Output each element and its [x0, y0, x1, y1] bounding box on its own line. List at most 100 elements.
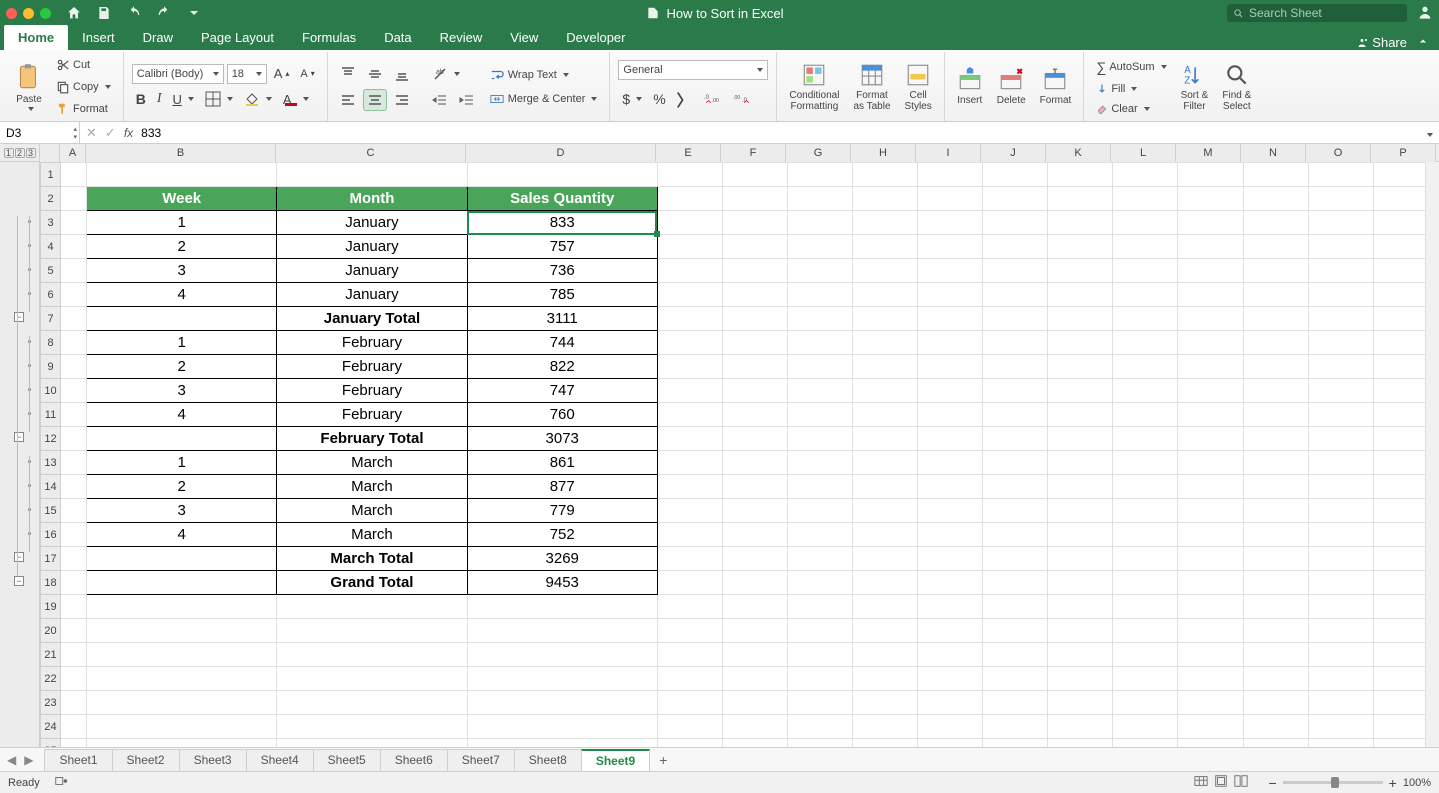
tab-home[interactable]: Home [4, 25, 68, 50]
cell-A19[interactable] [61, 595, 87, 619]
cell-C18[interactable]: Grand Total [277, 571, 467, 595]
cell-J4[interactable] [983, 235, 1048, 259]
cell-M5[interactable] [1178, 259, 1243, 283]
cell-L12[interactable] [1113, 427, 1178, 451]
cell-G10[interactable] [788, 379, 853, 403]
cell-E13[interactable] [657, 451, 722, 475]
font-name-select[interactable]: Calibri (Body) [132, 64, 224, 84]
cell-M2[interactable] [1178, 187, 1243, 211]
cell-A22[interactable] [61, 667, 87, 691]
cell-M7[interactable] [1178, 307, 1243, 331]
cell-J10[interactable] [983, 379, 1048, 403]
cell-N14[interactable] [1243, 475, 1308, 499]
cell-L14[interactable] [1113, 475, 1178, 499]
cell-J12[interactable] [983, 427, 1048, 451]
align-bottom-button[interactable] [390, 63, 414, 85]
cell-H20[interactable] [853, 619, 918, 643]
cell-F20[interactable] [722, 619, 787, 643]
cell-B25[interactable] [87, 739, 277, 748]
cell-D3[interactable]: 833 [467, 211, 657, 235]
cell-O25[interactable] [1308, 739, 1373, 748]
cell-B8[interactable]: 1 [87, 331, 277, 355]
cell-D16[interactable]: 752 [467, 523, 657, 547]
cell-C25[interactable] [277, 739, 467, 748]
cell-B18[interactable] [87, 571, 277, 595]
cell-O1[interactable] [1308, 163, 1373, 187]
cell-H9[interactable] [853, 355, 918, 379]
cell-A10[interactable] [61, 379, 87, 403]
row-header-11[interactable]: 11 [41, 403, 61, 427]
cell-O3[interactable] [1308, 211, 1373, 235]
cell-O5[interactable] [1308, 259, 1373, 283]
normal-view-button[interactable] [1194, 774, 1208, 791]
sheet-tab-sheet2[interactable]: Sheet2 [112, 749, 180, 771]
cell-F25[interactable] [722, 739, 787, 748]
column-header-C[interactable]: C [276, 144, 466, 162]
cell-A9[interactable] [61, 355, 87, 379]
add-sheet-button[interactable]: + [649, 752, 677, 768]
cell-G11[interactable] [788, 403, 853, 427]
tab-data[interactable]: Data [370, 25, 425, 50]
outline-collapse-18[interactable]: − [14, 576, 24, 586]
cell-G19[interactable] [788, 595, 853, 619]
cell-J14[interactable] [983, 475, 1048, 499]
cell-L22[interactable] [1113, 667, 1178, 691]
column-header-O[interactable]: O [1306, 144, 1371, 162]
outline-level-1[interactable]: 1 [4, 148, 14, 158]
cell-A18[interactable] [61, 571, 87, 595]
cell-C10[interactable]: February [277, 379, 467, 403]
cell-I5[interactable] [918, 259, 983, 283]
cell-O10[interactable] [1308, 379, 1373, 403]
cell-O19[interactable] [1308, 595, 1373, 619]
row-header-24[interactable]: 24 [41, 715, 61, 739]
vertical-scrollbar[interactable] [1425, 162, 1439, 747]
cell-B24[interactable] [87, 715, 277, 739]
cell-D15[interactable]: 779 [467, 499, 657, 523]
cell-O11[interactable] [1308, 403, 1373, 427]
cell-G3[interactable] [788, 211, 853, 235]
cell-A25[interactable] [61, 739, 87, 748]
sheet-tab-sheet9[interactable]: Sheet9 [581, 749, 650, 771]
cell-N1[interactable] [1243, 163, 1308, 187]
cell-I18[interactable] [918, 571, 983, 595]
cell-B13[interactable]: 1 [87, 451, 277, 475]
cell-H11[interactable] [853, 403, 918, 427]
align-center-button[interactable] [363, 89, 387, 111]
row-header-25[interactable]: 25 [41, 739, 61, 748]
cell-M25[interactable] [1178, 739, 1243, 748]
cell-H17[interactable] [853, 547, 918, 571]
cell-G17[interactable] [788, 547, 853, 571]
column-header-A[interactable]: A [60, 144, 86, 162]
cell-G1[interactable] [788, 163, 853, 187]
row-header-15[interactable]: 15 [41, 499, 61, 523]
cell-N23[interactable] [1243, 691, 1308, 715]
cell-B3[interactable]: 1 [87, 211, 277, 235]
cell-I3[interactable] [918, 211, 983, 235]
row-header-8[interactable]: 8 [41, 331, 61, 355]
cell-B23[interactable] [87, 691, 277, 715]
cell-K2[interactable] [1048, 187, 1113, 211]
cell-N5[interactable] [1243, 259, 1308, 283]
cell-J11[interactable] [983, 403, 1048, 427]
cell-N4[interactable] [1243, 235, 1308, 259]
cell-N12[interactable] [1243, 427, 1308, 451]
cell-A5[interactable] [61, 259, 87, 283]
cell-C14[interactable]: March [277, 475, 467, 499]
close-window[interactable] [6, 8, 17, 19]
cell-N10[interactable] [1243, 379, 1308, 403]
cell-K9[interactable] [1048, 355, 1113, 379]
enter-formula-icon[interactable]: ✓ [105, 125, 116, 141]
cell-A7[interactable] [61, 307, 87, 331]
cell-M17[interactable] [1178, 547, 1243, 571]
cell-G15[interactable] [788, 499, 853, 523]
cell-E23[interactable] [657, 691, 722, 715]
sheet-tab-sheet3[interactable]: Sheet3 [179, 749, 247, 771]
cell-K20[interactable] [1048, 619, 1113, 643]
sheet-nav-next[interactable]: ▶ [21, 753, 36, 767]
cell-C9[interactable]: February [277, 355, 467, 379]
cell-K6[interactable] [1048, 283, 1113, 307]
cell-J15[interactable] [983, 499, 1048, 523]
cell-E15[interactable] [657, 499, 722, 523]
cell-N2[interactable] [1243, 187, 1308, 211]
cell-I11[interactable] [918, 403, 983, 427]
